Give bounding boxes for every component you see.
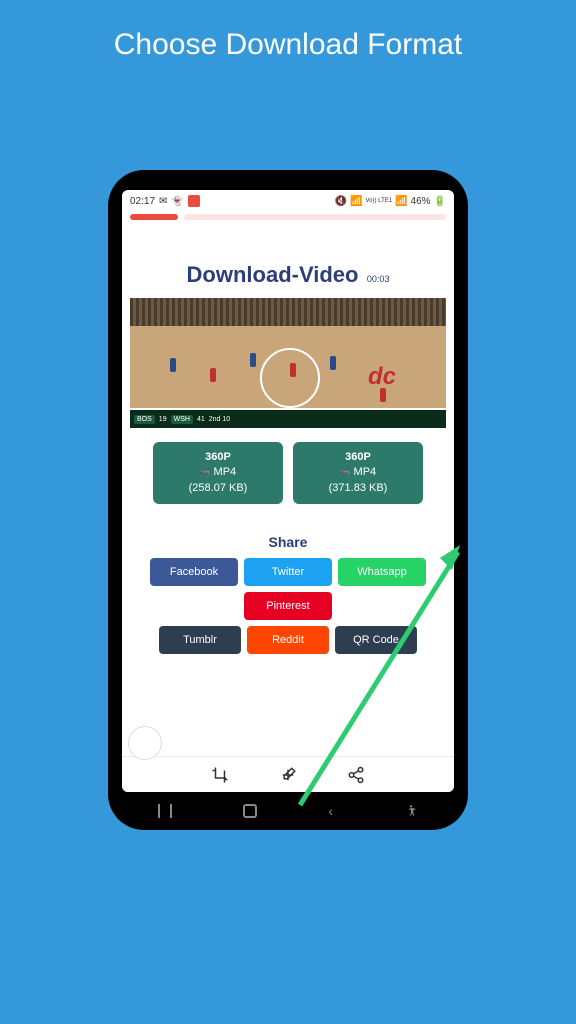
- nav-home-button[interactable]: [243, 804, 257, 818]
- status-icon-box: [188, 195, 200, 207]
- score-period: 2nd 10: [209, 416, 230, 423]
- share-reddit-button[interactable]: Reddit: [247, 626, 329, 654]
- score-team1: BOS: [134, 415, 155, 424]
- player: [210, 368, 216, 382]
- bottom-toolbar: [122, 756, 454, 792]
- format-resolution: 360P: [169, 450, 267, 465]
- share-grid: Facebook Twitter Whatsapp Pinterest: [130, 558, 446, 620]
- status-network: Vo)) LTE1: [366, 198, 393, 204]
- edit-icon[interactable]: [279, 766, 297, 784]
- player: [290, 363, 296, 377]
- format-row: 360P MP4 (258.07 KB) 360P MP4 (371.83 KB…: [130, 442, 446, 504]
- progress-row: [122, 212, 454, 222]
- player: [330, 356, 336, 370]
- player: [380, 388, 386, 402]
- download-title: Download-Video: [187, 262, 359, 287]
- share-twitter-button[interactable]: Twitter: [244, 558, 332, 586]
- player: [250, 353, 256, 367]
- download-title-row: Download-Video 00:03: [130, 262, 446, 288]
- crop-icon[interactable]: [211, 766, 229, 784]
- status-icon-mail: ✉: [159, 196, 167, 207]
- status-bar: 02:17 ✉ 👻 🔇 📶 Vo)) LTE1 📶 46% 🔋: [122, 190, 454, 212]
- share-title: Share: [130, 534, 446, 550]
- score-bar: BOS 19 WSH 41 2nd 10: [130, 410, 446, 428]
- nav-recent-button[interactable]: [158, 804, 172, 818]
- format-option-2[interactable]: 360P MP4 (371.83 KB): [293, 442, 423, 504]
- nav-accessibility-icon[interactable]: [404, 804, 418, 818]
- format-size: (258.07 KB): [169, 481, 267, 496]
- nav-back-button[interactable]: ‹: [328, 803, 333, 819]
- share-whatsapp-button[interactable]: Whatsapp: [338, 558, 426, 586]
- app-thumbnail[interactable]: [128, 726, 162, 760]
- phone-frame: 02:17 ✉ 👻 🔇 📶 Vo)) LTE1 📶 46% 🔋 Download…: [108, 170, 468, 830]
- status-mute-icon: 🔇: [335, 196, 347, 207]
- status-icon-app: 👻: [171, 196, 183, 207]
- format-type: MP4: [169, 465, 267, 480]
- share-row-3: Tumblr Reddit QR Code: [130, 626, 446, 654]
- format-resolution: 360P: [309, 450, 407, 465]
- share-facebook-button[interactable]: Facebook: [150, 558, 238, 586]
- court-circle: [260, 348, 320, 408]
- share-tumblr-button[interactable]: Tumblr: [159, 626, 241, 654]
- status-battery: 46%: [411, 196, 431, 207]
- status-signal-icon: 📶: [395, 196, 407, 207]
- status-wifi-icon: 📶: [350, 196, 362, 207]
- score-team2: WSH: [171, 415, 193, 424]
- format-option-1[interactable]: 360P MP4 (258.07 KB): [153, 442, 283, 504]
- score2: 41: [197, 416, 205, 423]
- progress-segment-2: [184, 214, 446, 220]
- share-pinterest-button[interactable]: Pinterest: [244, 592, 332, 620]
- page-title: Choose Download Format: [0, 0, 576, 62]
- progress-segment-1: [130, 214, 178, 220]
- video-thumbnail[interactable]: dc BOS 19 WSH 41 2nd 10: [130, 298, 446, 428]
- crowd-area: [130, 298, 446, 326]
- content-area: Download-Video 00:03 dc BOS 19 WSH 41: [122, 222, 454, 756]
- score1: 19: [159, 416, 167, 423]
- status-time: 02:17: [130, 196, 155, 207]
- format-type: MP4: [309, 465, 407, 480]
- phone-screen: 02:17 ✉ 👻 🔇 📶 Vo)) LTE1 📶 46% 🔋 Download…: [122, 190, 454, 792]
- court-logo: dc: [368, 363, 396, 391]
- status-battery-icon: 🔋: [434, 196, 446, 207]
- player: [170, 358, 176, 372]
- format-size: (371.83 KB): [309, 481, 407, 496]
- download-duration: 00:03: [367, 274, 390, 284]
- share-icon[interactable]: [347, 766, 365, 784]
- share-qrcode-button[interactable]: QR Code: [335, 626, 417, 654]
- android-nav-bar: ‹: [122, 798, 454, 824]
